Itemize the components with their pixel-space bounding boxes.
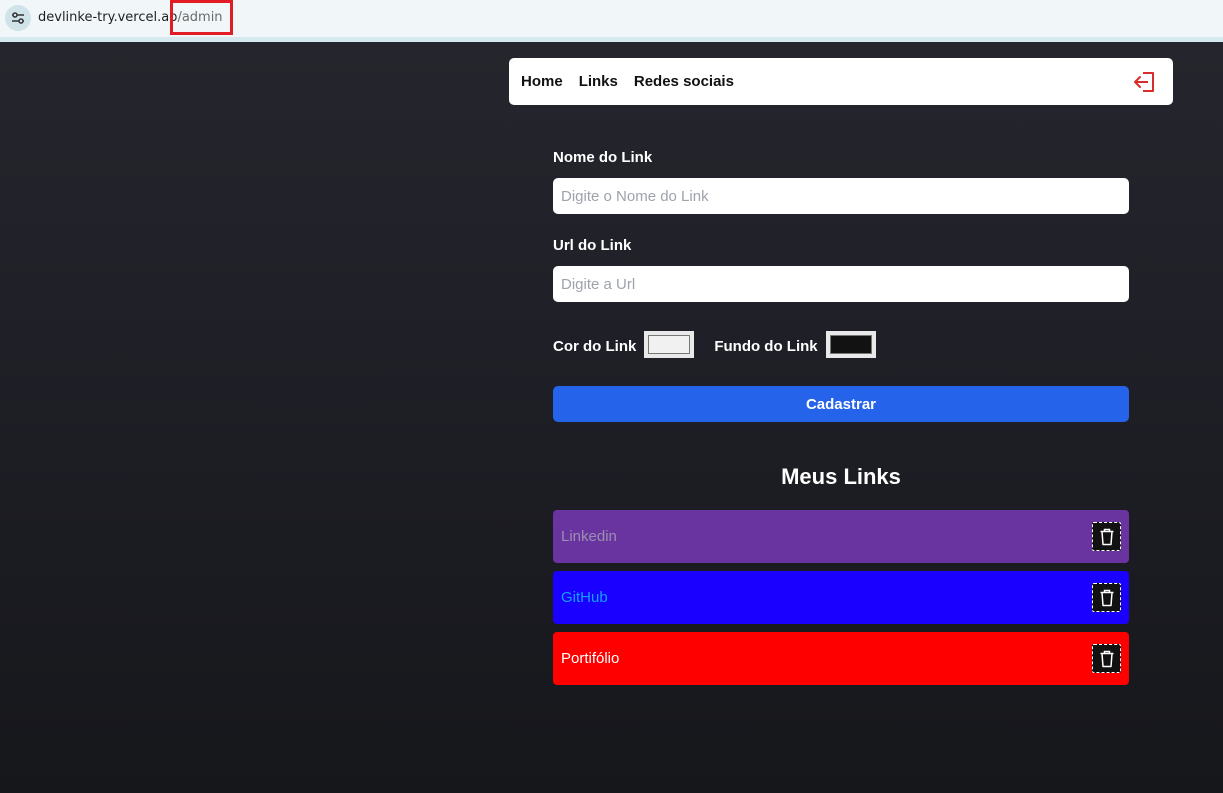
link-bg-picker[interactable] <box>825 331 876 358</box>
logout-button[interactable] <box>1131 68 1159 96</box>
top-navbar: Home Links Redes sociais <box>509 58 1173 105</box>
link-color-picker[interactable] <box>644 331 695 358</box>
nav-home-link[interactable]: Home <box>521 73 563 90</box>
link-item[interactable]: Portifólio <box>553 632 1129 685</box>
link-item-label: Portifólio <box>561 650 620 667</box>
delete-link-button[interactable] <box>1092 583 1121 612</box>
link-color-label: Cor do Link <box>553 338 637 355</box>
link-url-label: Url do Link <box>553 237 632 254</box>
link-item-label: GitHub <box>561 589 608 606</box>
link-name-input[interactable] <box>553 178 1129 214</box>
link-item[interactable]: Linkedin <box>553 510 1129 563</box>
color-row: Cor do Link Fundo do Link <box>553 328 896 358</box>
logout-icon <box>1134 72 1154 92</box>
link-color-swatch <box>648 335 691 354</box>
link-name-label: Nome do Link <box>553 149 653 166</box>
trash-icon <box>1100 589 1113 606</box>
nav-links-link[interactable]: Links <box>579 73 618 90</box>
url-highlight-box <box>170 0 233 35</box>
link-bg-swatch <box>829 335 872 354</box>
register-button[interactable]: Cadastrar <box>553 386 1129 422</box>
delete-link-button[interactable] <box>1092 522 1121 551</box>
link-bg-label: Fundo do Link <box>714 338 818 355</box>
my-links-title: Meus Links <box>781 464 901 489</box>
trash-icon <box>1100 650 1113 667</box>
url-domain: devlinke-try.vercel.ap <box>38 10 178 25</box>
site-settings-icon[interactable] <box>5 5 31 31</box>
link-url-input[interactable] <box>553 266 1129 302</box>
trash-icon <box>1100 528 1113 545</box>
delete-link-button[interactable] <box>1092 644 1121 673</box>
browser-address-bar: devlinke-try.vercel.ap/admin <box>0 0 1223 42</box>
link-item-label: Linkedin <box>561 528 617 545</box>
nav-social-link[interactable]: Redes sociais <box>634 73 734 90</box>
link-item[interactable]: GitHub <box>553 571 1129 624</box>
